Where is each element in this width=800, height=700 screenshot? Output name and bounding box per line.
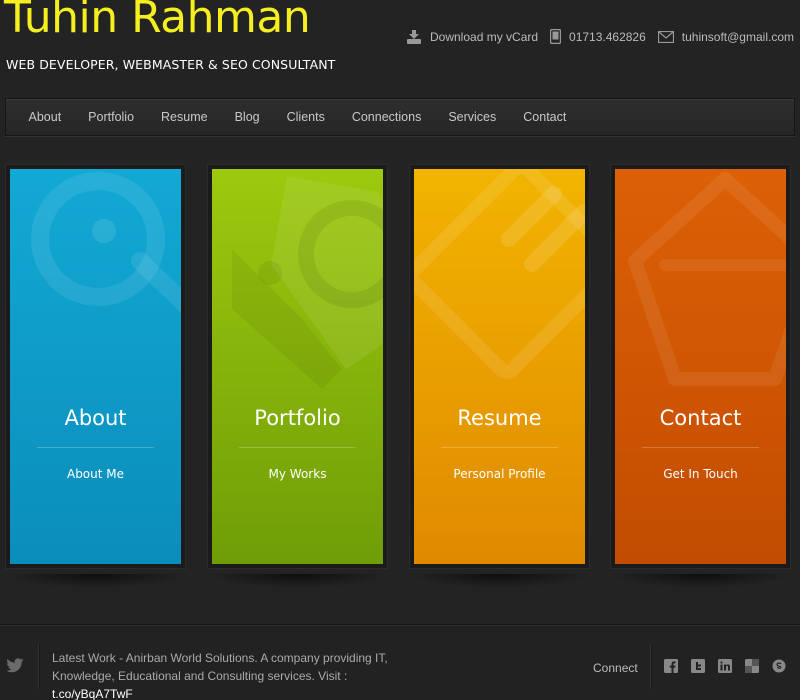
email-address: tuhinsoft@gmail.com [681,29,794,44]
contact-tile[interactable]: Contact Get In Touch [615,169,786,564]
nav-item-connections[interactable]: Connections [338,110,435,124]
resume-tile-frame: Resume Personal Profile [409,164,590,569]
about-tile-frame: About About Me [5,164,186,569]
facebook-icon[interactable] [664,658,678,677]
mail-outline-icon [628,172,786,386]
resume-tile-divider [441,447,558,448]
site-title[interactable]: Tuhin Rahman [4,0,311,43]
nav-item-about[interactable]: About [15,110,75,124]
footer: Latest Work - Anirban World Solutions. A… [0,624,800,700]
nav-item-blog[interactable]: Blog [221,110,273,124]
resume-tile-shadow [409,574,590,588]
linkedin-icon[interactable] [718,658,732,677]
contact-tile-divider [642,447,759,448]
portfolio-tile-shadow [207,574,388,588]
skype-icon[interactable] [772,658,786,677]
portfolio-tile-subtitle: My Works [268,467,327,481]
twitter-icon[interactable] [691,658,705,677]
about-tile[interactable]: About About Me [10,169,181,564]
contact-tile-shadow [610,574,791,588]
resume-tile-title: Resume [457,406,542,430]
portfolio-tile-title: Portfolio [254,406,341,430]
vcard-download-link[interactable]: Download my vCard [406,29,539,44]
social-links [664,658,786,677]
email-contact[interactable]: tuhinsoft@gmail.com [657,29,794,44]
phone-contact: 01713.462826 [550,29,646,44]
portfolio-tile-frame: Portfolio My Works [207,164,388,569]
contact-tile-frame: Contact Get In Touch [610,164,791,569]
portfolio-tile-divider [239,447,356,448]
about-tile-title: About [64,406,127,430]
latest-work-text: Latest Work - Anirban World Solutions. A… [52,649,422,700]
about-tile-subtitle: About Me [66,467,125,481]
nav-item-clients[interactable]: Clients [273,110,338,124]
nav-item-portfolio[interactable]: Portfolio [75,110,148,124]
tag-icon [232,176,383,389]
footer-divider-left [38,645,39,689]
connect-label: Connect [593,661,638,675]
nav-item-contact[interactable]: Contact [510,110,580,124]
mail-icon [657,30,674,43]
contact-tile-title: Contact [659,406,742,430]
header-contacts: Download my vCard 01713.462826 tuhinsoft… [406,29,794,44]
phone-number: 01713.462826 [569,29,646,44]
main-nav: About Portfolio Resume Blog Clients Conn… [5,98,795,136]
document-icon [414,169,585,379]
footer-divider-right [650,645,651,689]
nav-item-resume[interactable]: Resume [148,110,222,124]
about-tile-shadow [5,574,186,588]
download-icon [406,29,422,44]
latest-work-link[interactable]: t.co/yBqA7TwF [52,687,133,700]
twitter-bird-icon [6,658,24,677]
resume-tile[interactable]: Resume Personal Profile [414,169,585,564]
about-tile-divider [37,447,154,448]
nav-item-services[interactable]: Services [435,110,510,124]
vcard-label: Download my vCard [430,29,539,44]
phone-icon [550,29,562,44]
resume-tile-subtitle: Personal Profile [453,467,546,481]
latest-work-description: Latest Work - Anirban World Solutions. A… [52,651,388,683]
portfolio-tile[interactable]: Portfolio My Works [212,169,383,564]
contact-tile-subtitle: Get In Touch [663,467,738,481]
delicious-icon[interactable] [745,658,759,677]
search-icon [31,172,181,313]
site-tagline: WEB DEVELOPER, WEBMASTER & SEO CONSULTAN… [6,57,336,72]
